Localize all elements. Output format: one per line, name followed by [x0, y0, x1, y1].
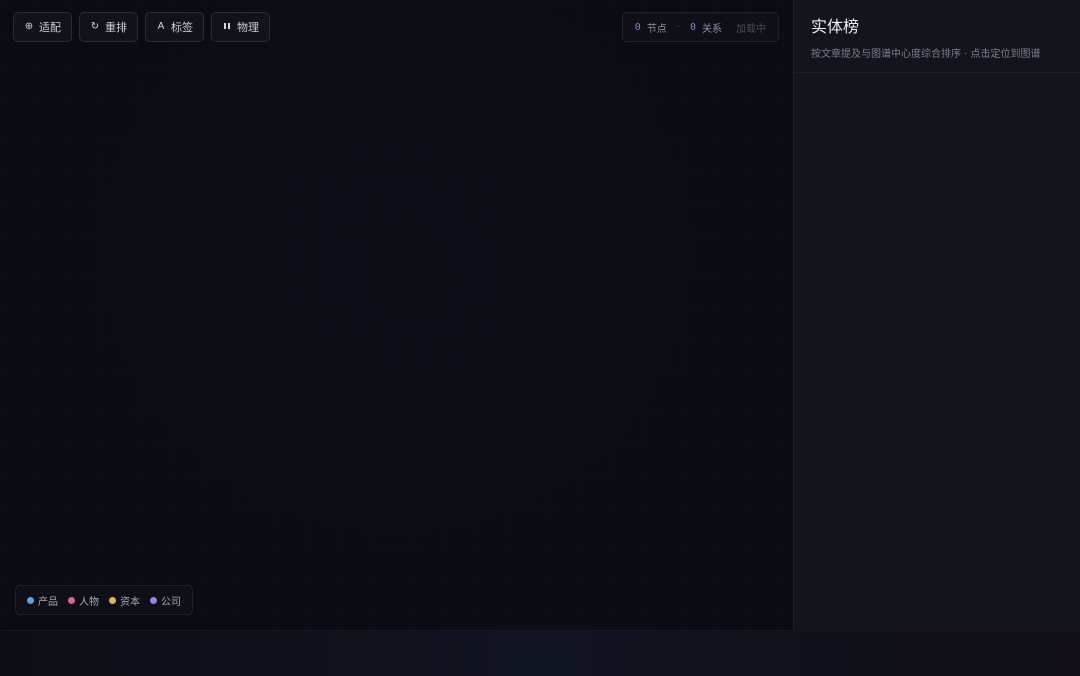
graph-stats: 0 节点 · 0 关系 加载中 — [621, 12, 779, 42]
labels-button-label: 标签 — [171, 22, 193, 34]
legend-item-person: 人物 — [68, 593, 99, 608]
legend-dot — [68, 596, 75, 604]
legend-item-product: 产品 — [27, 593, 58, 608]
crosshair-icon: ⊕ — [24, 21, 34, 32]
panel-header: 实体榜 按文章提及与图谱中心度综合排序 · 点击定位到图谱 — [794, 0, 1080, 73]
legend-dot — [150, 596, 157, 604]
relayout-button[interactable]: ↻ 重排 — [79, 12, 138, 42]
legend-item-capital: 资本 — [109, 593, 140, 608]
pause-icon — [222, 22, 232, 33]
text-icon: A — [157, 21, 165, 32]
node-count-label: 节点 — [646, 23, 667, 35]
fit-button[interactable]: ⊕ 适配 — [13, 12, 72, 42]
panel-subtitle: 按文章提及与图谱中心度综合排序 · 点击定位到图谱 — [811, 49, 1041, 60]
entity-list[interactable] — [794, 74, 1080, 630]
legend-label: 资本 — [120, 596, 140, 608]
edge-count-label: 关系 — [702, 23, 722, 35]
legend-label: 公司 — [161, 596, 181, 608]
legend-label: 产品 — [38, 596, 58, 608]
stats-separator: · — [676, 21, 680, 33]
bottom-bar — [0, 630, 1080, 676]
fit-button-label: 适配 — [39, 22, 61, 34]
physics-toggle-button[interactable]: 物理 — [211, 12, 270, 42]
physics-button-label: 物理 — [237, 22, 259, 34]
edge-count: 0 — [689, 21, 696, 33]
legend-item-company: 公司 — [150, 593, 181, 608]
app-root: ⊕ 适配 ↻ 重排 A 标签 物理 0 节点 · 0 关系 加载中 产品 人物 … — [0, 0, 1080, 676]
legend-dot — [109, 596, 116, 604]
node-count: 0 — [634, 21, 641, 33]
legend-label: 人物 — [79, 596, 99, 608]
graph-legend: 产品 人物 资本 公司 — [15, 585, 193, 615]
entity-ranking-panel: 实体榜 按文章提及与图谱中心度综合排序 · 点击定位到图谱 — [793, 0, 1080, 630]
graph-toolbar: ⊕ 适配 ↻ 重排 A 标签 物理 — [13, 12, 270, 42]
loading-status: 加载中 — [736, 23, 766, 35]
graph-canvas[interactable]: ⊕ 适配 ↻ 重排 A 标签 物理 0 节点 · 0 关系 加载中 产品 人物 … — [0, 0, 793, 630]
relayout-button-label: 重排 — [105, 22, 127, 34]
panel-title: 实体榜 — [811, 17, 860, 36]
refresh-icon: ↻ — [90, 21, 100, 32]
labels-toggle-button[interactable]: A 标签 — [145, 12, 204, 42]
legend-dot — [27, 596, 34, 604]
